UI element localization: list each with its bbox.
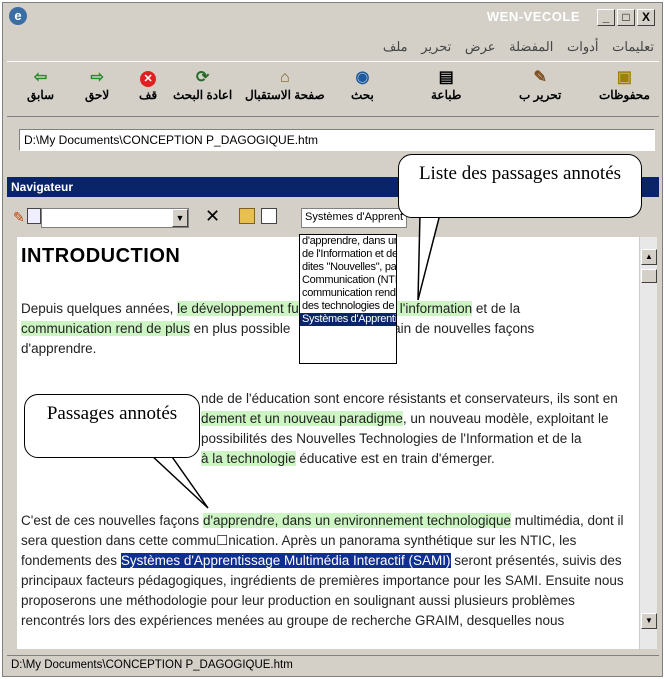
callout-pointers [148,213,441,509]
passages-callout: Passages annotés [24,394,200,458]
list-callout: Liste des passages annotés [398,154,642,218]
list-callout-pointer [417,213,441,301]
passages-callout-pointer [148,453,209,509]
